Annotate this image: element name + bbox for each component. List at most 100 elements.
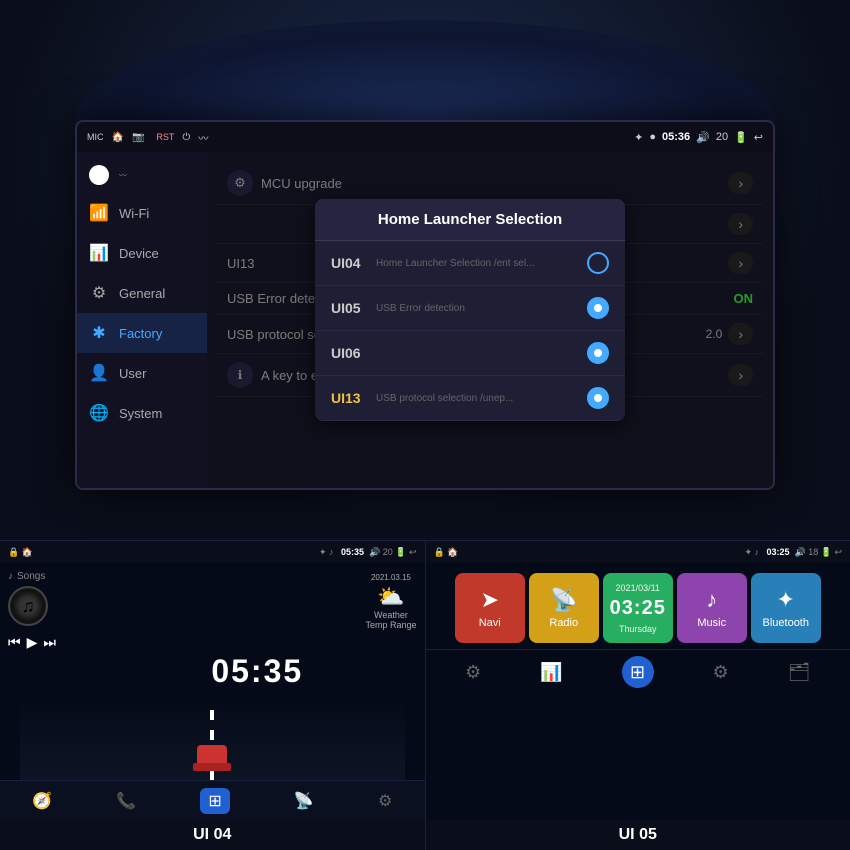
navi-icon: ➤ [481,587,499,613]
bluetooth-app-icon: ✦ [777,587,795,613]
ui05-nav-settings[interactable]: ⚙ [465,662,481,683]
popup-ui05-toggle[interactable] [587,297,609,319]
popup-ui05-label: UI05 [331,300,366,316]
nav-settings[interactable]: ⚙ [378,791,392,811]
app-clock[interactable]: 2021/03/11 03:25 Thursday [603,573,673,643]
next-button[interactable]: ⏭ [43,634,56,651]
bluetooth-label: Bluetooth [763,617,809,629]
popup-ui13-label: UI13 [331,390,366,406]
popup-ui04-sublabel: Home Launcher Selection /ent sel... [376,258,534,269]
ui05-status-left: 🔒 🏠 [434,547,459,558]
ui05-status-bar: 🔒 🏠 ✦ ♪ 03:25 🔊 18 🔋 ↩ [426,541,850,563]
sidebar-system-label: System [119,406,162,421]
battery-icon: 🔋 [734,131,748,144]
weather-label: Weather [365,610,416,620]
navi-label: Navi [479,617,501,629]
ui04-content: ♪ Songs ♫ ⏮ ▶ ⏭ 05:35 [0,563,425,780]
popup-ui06-toggle[interactable] [587,342,609,364]
sidebar-item-system[interactable]: 🌐 System [77,393,207,433]
bottom-section: 🔒 🏠 ✦ ♪ 05:35 🔊 20 🔋 ↩ ♪ Songs ♫ ⏮ [0,540,850,850]
nav-compass[interactable]: 🧭 [32,791,52,811]
ui04-status-bar: 🔒 🏠 ✦ ♪ 05:35 🔊 20 🔋 ↩ [0,541,425,563]
popup-row-ui06[interactable]: UI06 [315,331,625,376]
road-visualization [20,700,405,780]
music-controls: ⏮ ▶ ⏭ [8,630,82,655]
user-icon: 👤 [89,363,109,383]
popup-ui13-sublabel: USB protocol selection /unep... [376,393,513,404]
system-icon: 🌐 [89,403,109,423]
popup-overlay[interactable]: Home Launcher Selection UI04 Home Launch… [207,152,773,488]
volume-icon: 🔊 [696,131,710,144]
general-icon: ⚙ [89,283,109,303]
ui04-navbar: 🧭 📞 ⊞ 📡 ⚙ [0,780,425,820]
clock-date: 2021/03/11 [616,583,660,593]
home-launcher-popup: Home Launcher Selection UI04 Home Launch… [315,199,625,421]
ui05-status-right: ✦ ♪ 03:25 🔊 18 🔋 ↩ [744,547,842,558]
ui05-apps-grid: ➤ Navi 📡 Radio 2021/03/11 03:25 Thursday… [426,563,850,649]
device-icon: 📊 [89,243,109,263]
popup-row-ui05[interactable]: UI05 USB Error detection [315,286,625,331]
nav-signal[interactable]: 📡 [294,791,314,811]
app-radio[interactable]: 📡 Radio [529,573,599,643]
sidebar-item-factory[interactable]: ✱ Factory [77,313,207,353]
music-songs-label: ♪ Songs [8,571,82,582]
ui04-panel: 🔒 🏠 ✦ ♪ 05:35 🔊 20 🔋 ↩ ♪ Songs ♫ ⏮ [0,540,426,850]
ui04-status-right: ✦ ♪ 05:35 🔊 20 🔋 ↩ [319,547,417,558]
status-time: 05:36 [662,131,690,143]
popup-ui05-sublabel: USB Error detection [376,303,465,314]
weather-sublabel: Temp Range [365,620,416,630]
clock-time: 03:25 [610,597,666,620]
play-button[interactable]: ▶ [27,634,38,651]
ui04-time: 05:35 [341,547,364,557]
radio-icon: 📡 [550,587,577,613]
popup-row-ui04[interactable]: UI04 Home Launcher Selection /ent sel... [315,241,625,286]
ui05-nav-grid[interactable]: ⊞ [622,656,654,688]
sidebar-item-general[interactable]: ⚙ General [77,273,207,313]
wifi-icon: ● [649,131,656,143]
sidebar-rst: 〰 [77,157,207,193]
sidebar-general-label: General [119,286,165,301]
rst-label: RST [156,132,174,142]
signal-icon: 〰 [198,130,208,145]
ui05-nav-chart[interactable]: 📊 [540,662,562,683]
prev-button[interactable]: ⏮ [8,634,21,651]
nav-phone[interactable]: 📞 [116,791,136,811]
main-status-bar: MIC 🏠 📷 RST ⏻ 〰 ✦ ● 05:36 🔊 20 🔋 ↩ [77,122,773,152]
sidebar-device-label: Device [119,246,159,261]
power-icon: ⏻ [182,132,190,143]
ui05-nav-files[interactable]: 🗂 [788,662,811,683]
popup-title: Home Launcher Selection [315,199,625,241]
ui05-time: 03:25 [766,547,789,557]
sidebar-item-wifi[interactable]: 📶 Wi-Fi [77,193,207,233]
sidebar-item-user[interactable]: 👤 User [77,353,207,393]
popup-ui13-toggle[interactable] [587,387,609,409]
status-left-icons: MIC 🏠 📷 RST ⏻ 〰 [87,130,208,145]
ui04-screen: 🔒 🏠 ✦ ♪ 05:35 🔊 20 🔋 ↩ ♪ Songs ♫ ⏮ [0,541,425,820]
popup-row-ui13[interactable]: UI13 USB protocol selection /unep... [315,376,625,421]
app-music[interactable]: ♪ Music [677,573,747,643]
popup-ui04-toggle[interactable] [587,252,609,274]
ui04-label: UI 04 [0,820,425,850]
camera-icon: 📷 [132,132,144,143]
music-label: Music [697,617,726,629]
bluetooth-icon: ✦ [634,131,643,144]
mic-icon: MIC [87,132,104,142]
main-panel: ⚙ MCU upgrade › › UI13 › USB Error detec… [207,152,773,488]
app-navi[interactable]: ➤ Navi [455,573,525,643]
ui05-nav-gear[interactable]: ⚙ [713,662,729,683]
sidebar-item-device[interactable]: 📊 Device [77,233,207,273]
home-icon: 🏠 [112,132,124,143]
factory-icon: ✱ [89,323,109,343]
weather-icon: ⛅ [365,584,416,610]
back-icon[interactable]: ↩ [754,131,763,144]
popup-ui04-label: UI04 [331,255,366,271]
ui05-label: UI 05 [426,820,850,850]
ui04-status-left: 🔒 🏠 [8,547,33,558]
app-bluetooth[interactable]: ✦ Bluetooth [751,573,821,643]
ui04-clock: 05:35 [211,653,303,690]
ui05-panel: 🔒 🏠 ✦ ♪ 03:25 🔊 18 🔋 ↩ ➤ Navi 📡 Radio [426,540,850,850]
ui05-screen: 🔒 🏠 ✦ ♪ 03:25 🔊 18 🔋 ↩ ➤ Navi 📡 Radio [426,541,850,820]
nav-grid[interactable]: ⊞ [200,788,229,814]
music-disc: ♫ [8,586,48,626]
main-screen: MIC 🏠 📷 RST ⏻ 〰 ✦ ● 05:36 🔊 20 🔋 ↩ 〰 📶 [75,120,775,490]
